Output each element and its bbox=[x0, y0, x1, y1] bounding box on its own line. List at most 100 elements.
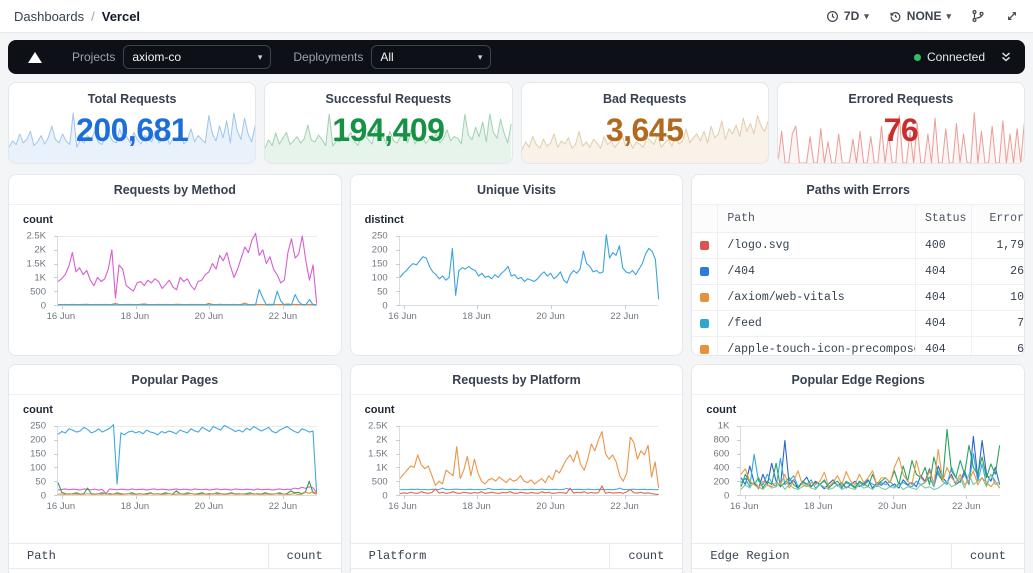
path-cell: /logo.svg bbox=[718, 233, 916, 258]
y-tick-label: 0 bbox=[382, 301, 387, 312]
x-tick-label: 16 Jun bbox=[730, 501, 759, 512]
platform-column-header: Platform bbox=[351, 544, 611, 568]
error-count-cell: 7 bbox=[972, 311, 1024, 336]
y-axis-metric-label: count bbox=[23, 404, 329, 416]
unique-visits-card: Unique Visits distinct 25020015010050016… bbox=[350, 174, 684, 356]
plot-area bbox=[399, 236, 659, 306]
time-range-label: 7D bbox=[844, 9, 859, 23]
x-tick-label: 22 Jun bbox=[610, 501, 639, 512]
plot-area bbox=[740, 426, 1000, 496]
compare-dropdown[interactable]: NONE ▾ bbox=[889, 9, 951, 23]
y-tick-label: 2K bbox=[376, 435, 388, 446]
x-tick-label: 20 Jun bbox=[536, 501, 565, 512]
x-tick-label: 22 Jun bbox=[952, 501, 981, 512]
x-tick-label: 16 Jun bbox=[47, 311, 76, 322]
y-tick-label: 150 bbox=[372, 259, 388, 270]
y-axis-metric-label: count bbox=[365, 404, 671, 416]
table-header-row: Platform count bbox=[351, 543, 683, 569]
share-button[interactable] bbox=[971, 9, 985, 23]
history-icon bbox=[889, 10, 902, 23]
stat-value: 194,409 bbox=[265, 112, 511, 149]
table-row[interactable]: /40440426 bbox=[692, 259, 1024, 285]
stat-card-bad-requests: Bad Requests 3,645 bbox=[521, 82, 769, 164]
card-title: Popular Edge Regions bbox=[692, 365, 1024, 395]
color-swatch-icon bbox=[700, 267, 709, 276]
stat-value: 3,645 bbox=[522, 112, 768, 149]
deployments-select[interactable]: All ▾ bbox=[371, 45, 491, 69]
y-tick-label: 50 bbox=[377, 287, 388, 298]
popular-pages-chart: 25020015010050016 Jun18 Jun20 Jun22 Jun bbox=[21, 426, 329, 512]
x-axis-labels: 16 Jun18 Jun20 Jun22 Jun bbox=[740, 500, 1000, 512]
requests-by-method-chart: 2.5K2K1.5K1K500016 Jun18 Jun20 Jun22 Jun bbox=[21, 236, 329, 322]
series-swatch bbox=[692, 233, 718, 258]
x-tick-label: 22 Jun bbox=[269, 311, 298, 322]
y-tick-label: 150 bbox=[30, 449, 46, 460]
stat-title: Errored Requests bbox=[778, 92, 1024, 106]
count-column-header: count bbox=[610, 549, 682, 563]
table-row[interactable]: /apple-touch-icon-precomposed.png4046 bbox=[692, 337, 1024, 356]
y-tick-label: 200 bbox=[713, 477, 729, 488]
y-tick-label: 500 bbox=[30, 287, 46, 298]
collapse-toolbar-button[interactable] bbox=[999, 50, 1013, 64]
popular-edge-regions-card: Popular Edge Regions count 1K80060040020… bbox=[691, 364, 1025, 573]
x-axis-labels: 16 Jun18 Jun20 Jun22 Jun bbox=[57, 310, 317, 322]
x-tick-label: 20 Jun bbox=[195, 311, 224, 322]
color-swatch-icon bbox=[700, 319, 709, 328]
card-title: Popular Pages bbox=[9, 365, 341, 395]
color-swatch-icon bbox=[700, 293, 709, 302]
card-title: Requests by Method bbox=[9, 175, 341, 205]
chevron-down-icon: ▾ bbox=[258, 53, 263, 62]
error-count-cell: 10 bbox=[972, 285, 1024, 310]
projects-label: Projects bbox=[72, 50, 115, 64]
breadcrumb-dashboards[interactable]: Dashboards bbox=[14, 9, 84, 24]
stat-title: Total Requests bbox=[9, 92, 255, 106]
y-tick-label: 0 bbox=[724, 491, 729, 502]
color-swatch-icon bbox=[700, 241, 709, 250]
x-tick-label: 22 Jun bbox=[269, 501, 298, 512]
swatch-column-header bbox=[692, 205, 718, 232]
path-cell: /404 bbox=[718, 259, 916, 284]
unique-visits-chart: 25020015010050016 Jun18 Jun20 Jun22 Jun bbox=[363, 236, 671, 322]
stat-value: 200,681 bbox=[9, 112, 255, 149]
table-row[interactable]: /feed4047 bbox=[692, 311, 1024, 337]
y-tick-label: 2.5K bbox=[368, 421, 388, 432]
paths-with-errors-card: Paths with Errors Path Status Error /log… bbox=[691, 174, 1025, 356]
error-count-cell: 26 bbox=[972, 259, 1024, 284]
table-row[interactable]: /logo.svg4001,79 bbox=[692, 233, 1024, 259]
status-cell: 404 bbox=[916, 311, 972, 336]
popular-edge-regions-chart: 1K800600400200016 Jun18 Jun20 Jun22 Jun bbox=[704, 426, 1012, 512]
status-cell: 404 bbox=[916, 337, 972, 356]
deployments-label: Deployments bbox=[293, 50, 363, 64]
y-tick-label: 250 bbox=[30, 421, 46, 432]
y-axis-labels: 250200150100500 bbox=[363, 236, 395, 306]
card-title: Requests by Platform bbox=[351, 365, 683, 395]
x-tick-label: 20 Jun bbox=[878, 501, 907, 512]
x-tick-label: 18 Jun bbox=[462, 311, 491, 322]
y-tick-label: 100 bbox=[372, 273, 388, 284]
y-tick-label: 2.5K bbox=[26, 231, 46, 242]
y-tick-label: 0 bbox=[382, 491, 387, 502]
table-row[interactable]: /axiom/web-vitals40410 bbox=[692, 285, 1024, 311]
stat-cards-row: Total Requests 200,681 Successful Reques… bbox=[8, 82, 1025, 164]
vercel-toolbar: Projects axiom-co ▾ Deployments All ▾ Co… bbox=[8, 40, 1025, 74]
y-tick-label: 200 bbox=[372, 245, 388, 256]
y-tick-label: 800 bbox=[713, 435, 729, 446]
y-tick-label: 1K bbox=[376, 463, 388, 474]
y-axis-labels: 2.5K2K1.5K1K5000 bbox=[363, 426, 395, 496]
y-tick-label: 0 bbox=[41, 491, 46, 502]
projects-select[interactable]: axiom-co ▾ bbox=[123, 45, 271, 69]
stat-title: Bad Requests bbox=[522, 92, 768, 106]
card-title: Paths with Errors bbox=[692, 175, 1024, 205]
fullscreen-button[interactable] bbox=[1005, 9, 1019, 23]
y-tick-label: 1K bbox=[718, 421, 730, 432]
breadcrumb-current: Vercel bbox=[102, 9, 140, 24]
x-tick-label: 20 Jun bbox=[195, 501, 224, 512]
projects-select-value: axiom-co bbox=[132, 50, 181, 64]
y-tick-label: 500 bbox=[372, 477, 388, 488]
time-range-dropdown[interactable]: 7D ▾ bbox=[826, 9, 869, 23]
plot-area bbox=[399, 426, 659, 496]
top-bar: Dashboards / Vercel 7D ▾ NONE ▾ bbox=[0, 0, 1033, 33]
path-column-header: Path bbox=[718, 205, 916, 232]
vercel-logo-icon bbox=[28, 52, 42, 63]
x-tick-label: 16 Jun bbox=[388, 311, 417, 322]
